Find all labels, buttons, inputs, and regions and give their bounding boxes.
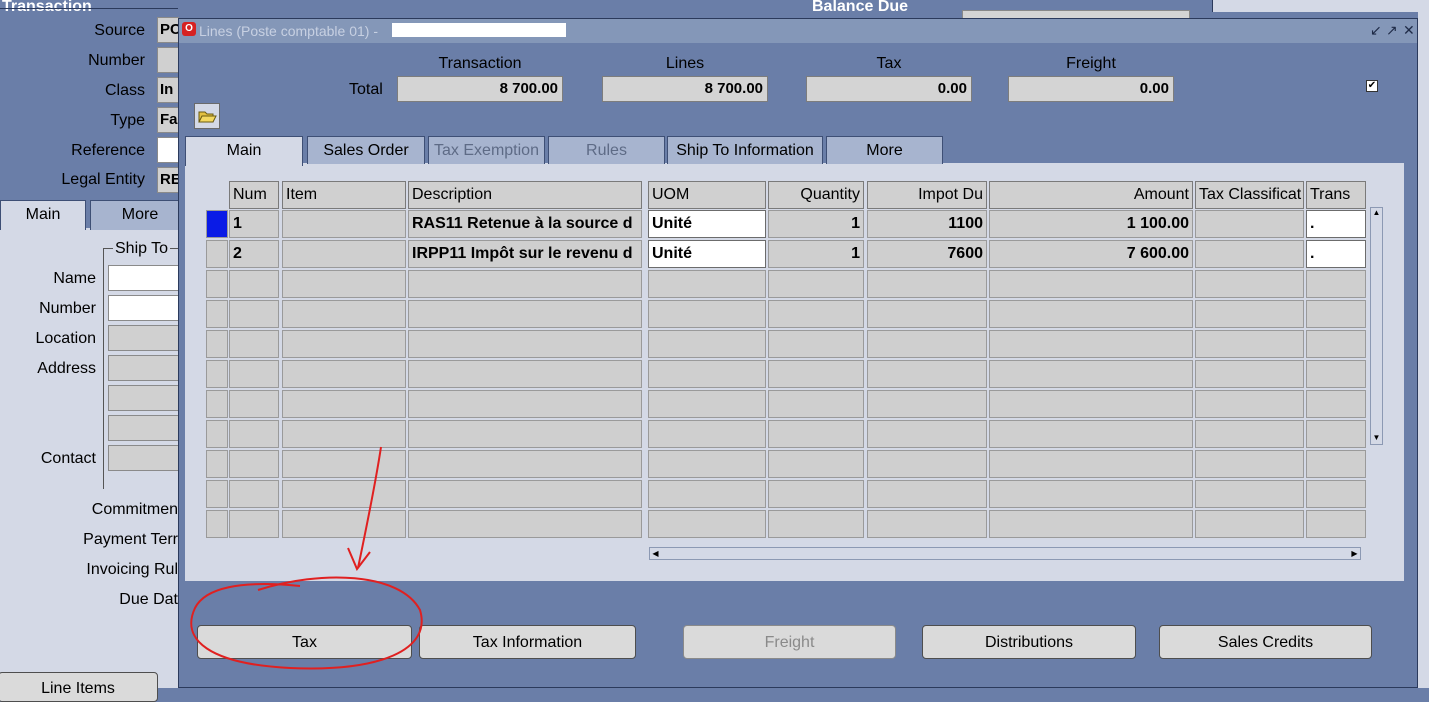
annotation-circle — [190, 576, 423, 670]
annotation-overlay — [190, 446, 423, 670]
annotation-arrow — [357, 446, 382, 569]
